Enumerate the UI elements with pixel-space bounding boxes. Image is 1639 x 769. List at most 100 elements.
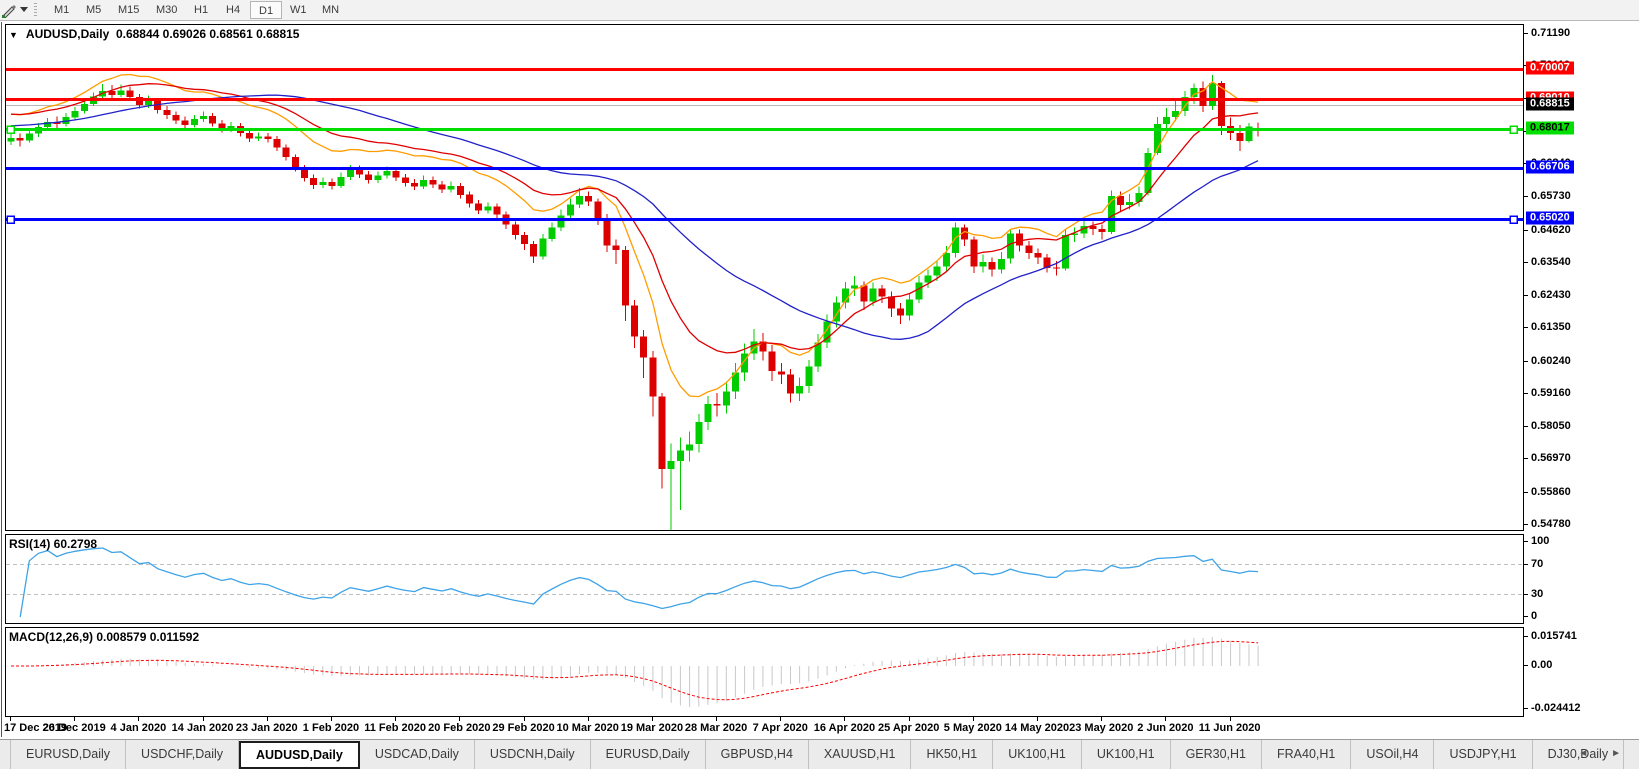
date-label: 23 Jan 2020 xyxy=(236,722,298,734)
date-tickmark xyxy=(1037,717,1038,721)
price-tickmark xyxy=(1524,426,1528,427)
price-tick-label: 0.60240 xyxy=(1531,355,1571,367)
price-tick-label: 0.54780 xyxy=(1531,518,1571,530)
timeframe-button-m15[interactable]: M15 xyxy=(110,1,147,19)
rsi-label: RSI(14) 60.2798 xyxy=(9,537,97,551)
date-label: 5 May 2020 xyxy=(944,722,1002,734)
timeframe-button-m1[interactable]: M1 xyxy=(46,1,77,19)
tab-scroll-right-icon[interactable]: ► xyxy=(1611,748,1631,759)
macd-axis-label: -0.024412 xyxy=(1531,702,1581,714)
chart-tab-usdchf-daily[interactable]: USDCHF,Daily xyxy=(126,740,239,769)
chart-tab-usdcad-daily[interactable]: USDCAD,Daily xyxy=(360,740,475,769)
date-tickmark xyxy=(1165,717,1166,721)
date-label: 14 Jan 2020 xyxy=(172,722,234,734)
draw-tool-dropdown-icon[interactable] xyxy=(20,7,28,12)
timeframe-button-mn[interactable]: MN xyxy=(314,1,347,19)
chart-tab-xauusd-h1[interactable]: XAUUSD,H1 xyxy=(809,740,912,769)
chart-tab-eurusd-daily[interactable]: EURUSD,Daily xyxy=(10,740,126,769)
date-label: 23 May 2020 xyxy=(1069,722,1133,734)
date-label: 16 Apr 2020 xyxy=(814,722,875,734)
date-tickmark xyxy=(844,717,845,721)
date-tickmark xyxy=(459,717,460,721)
price-tick-label: 0.71190 xyxy=(1531,27,1570,39)
date-label: 7 Apr 2020 xyxy=(753,722,808,734)
chart-collapse-icon[interactable]: ▼ xyxy=(9,30,18,40)
price-tickmark xyxy=(1524,361,1528,362)
timeframe-button-w1[interactable]: W1 xyxy=(282,1,315,19)
price-badge-0.68815: 0.68815 xyxy=(1526,98,1574,111)
rsi-level-label: 70 xyxy=(1531,558,1543,570)
rsi-tickmark xyxy=(1524,541,1528,542)
draw-tool-icon[interactable] xyxy=(1,3,16,18)
date-tickmark xyxy=(203,717,204,721)
window-border xyxy=(1,22,2,737)
date-tickmark xyxy=(1230,717,1231,721)
chart-tab-uk100-h1[interactable]: UK100,H1 xyxy=(1082,740,1171,769)
chart-tab-bar: EURUSD,DailyUSDCHF,DailyAUDUSD,DailyUSDC… xyxy=(0,739,1639,769)
chart-tab-gbpusd-h4[interactable]: GBPUSD,H4 xyxy=(706,740,809,769)
price-tickmark xyxy=(1524,327,1528,328)
macd-tickmark xyxy=(1524,708,1528,709)
chart-symbol-label: AUDUSD,Daily xyxy=(26,27,109,41)
date-tickmark xyxy=(331,717,332,721)
price-badge-0.66706: 0.66706 xyxy=(1526,161,1574,174)
tab-scroll-left-icon[interactable]: ◄ xyxy=(1578,748,1598,759)
chart-tab-usdjpy-h1[interactable]: USDJPY,H1 xyxy=(1434,740,1532,769)
price-tick-label: 0.55860 xyxy=(1531,486,1571,498)
price-tick-label: 0.56970 xyxy=(1531,452,1571,464)
price-tickmark xyxy=(1524,196,1528,197)
price-badge-0.65020: 0.65020 xyxy=(1526,211,1574,224)
date-tickmark xyxy=(588,717,589,721)
main-chart-panel[interactable] xyxy=(5,24,1524,531)
chart-tab-usoil-h4[interactable]: USOil,H4 xyxy=(1351,740,1434,769)
chart-tab-uk100-h1[interactable]: UK100,H1 xyxy=(993,740,1082,769)
chart-tab-eurusd-daily[interactable]: EURUSD,Daily xyxy=(591,740,706,769)
chart-ohlc-values: 0.68844 0.69026 0.68561 0.68815 xyxy=(116,27,300,41)
date-label: 11 Jun 2020 xyxy=(1199,722,1261,734)
price-tick-label: 0.62430 xyxy=(1531,289,1571,301)
date-tickmark xyxy=(973,717,974,721)
price-tick-label: 0.61350 xyxy=(1531,321,1571,333)
rsi-tickmark xyxy=(1524,594,1528,595)
rsi-tickmark xyxy=(1524,616,1528,617)
macd-label: MACD(12,26,9) 0.008579 0.011592 xyxy=(9,630,199,644)
date-label: 2 Jun 2020 xyxy=(1137,722,1193,734)
price-tickmark xyxy=(1524,492,1528,493)
rsi-level-label: 100 xyxy=(1531,535,1549,547)
price-tick-label: 0.59160 xyxy=(1531,387,1571,399)
chart-tab-audusd-daily[interactable]: AUDUSD,Daily xyxy=(239,741,360,769)
price-tickmark xyxy=(1524,458,1528,459)
date-tickmark xyxy=(652,717,653,721)
rsi-panel[interactable] xyxy=(5,534,1524,624)
price-tick-label: 0.63540 xyxy=(1531,256,1571,268)
date-label: 4 Jan 2020 xyxy=(111,722,167,734)
price-tick-label: 0.58050 xyxy=(1531,420,1571,432)
toolbar-grip[interactable] xyxy=(34,3,37,17)
chart-tab-ger30-h1[interactable]: GER30,H1 xyxy=(1171,740,1262,769)
timeframe-button-m5[interactable]: M5 xyxy=(78,1,109,19)
timeframe-button-h1[interactable]: H1 xyxy=(186,1,216,19)
date-label: 19 Mar 2020 xyxy=(621,722,683,734)
macd-axis-label: 0.015741 xyxy=(1531,630,1577,642)
date-tickmark xyxy=(74,717,75,721)
price-tickmark xyxy=(1524,295,1528,296)
chart-title: ▼ AUDUSD,Daily 0.68844 0.69026 0.68561 0.… xyxy=(9,27,299,41)
timeframe-button-m30[interactable]: M30 xyxy=(148,1,185,19)
rsi-tickmark xyxy=(1524,564,1528,565)
trading-platform-window: M1M5M15M30H1H4D1W1MN ▼ AUDUSD,Daily 0.688… xyxy=(0,0,1639,769)
date-tickmark xyxy=(267,717,268,721)
rsi-level-label: 30 xyxy=(1531,588,1543,600)
macd-axis-label: 0.00 xyxy=(1531,659,1552,671)
timeframe-button-d1[interactable]: D1 xyxy=(250,1,282,19)
date-tickmark xyxy=(909,717,910,721)
date-label: 28 Mar 2020 xyxy=(685,722,747,734)
macd-panel[interactable] xyxy=(5,627,1524,717)
chart-tab-usdcnh-daily[interactable]: USDCNH,Daily xyxy=(475,740,591,769)
date-tickmark xyxy=(395,717,396,721)
timeframe-button-h4[interactable]: H4 xyxy=(218,1,248,19)
price-tickmark xyxy=(1524,393,1528,394)
price-tick-label: 0.64620 xyxy=(1531,224,1571,236)
date-tickmark xyxy=(10,717,11,721)
chart-tab-hk50-h1[interactable]: HK50,H1 xyxy=(911,740,993,769)
chart-tab-fra40-h1[interactable]: FRA40,H1 xyxy=(1262,740,1351,769)
